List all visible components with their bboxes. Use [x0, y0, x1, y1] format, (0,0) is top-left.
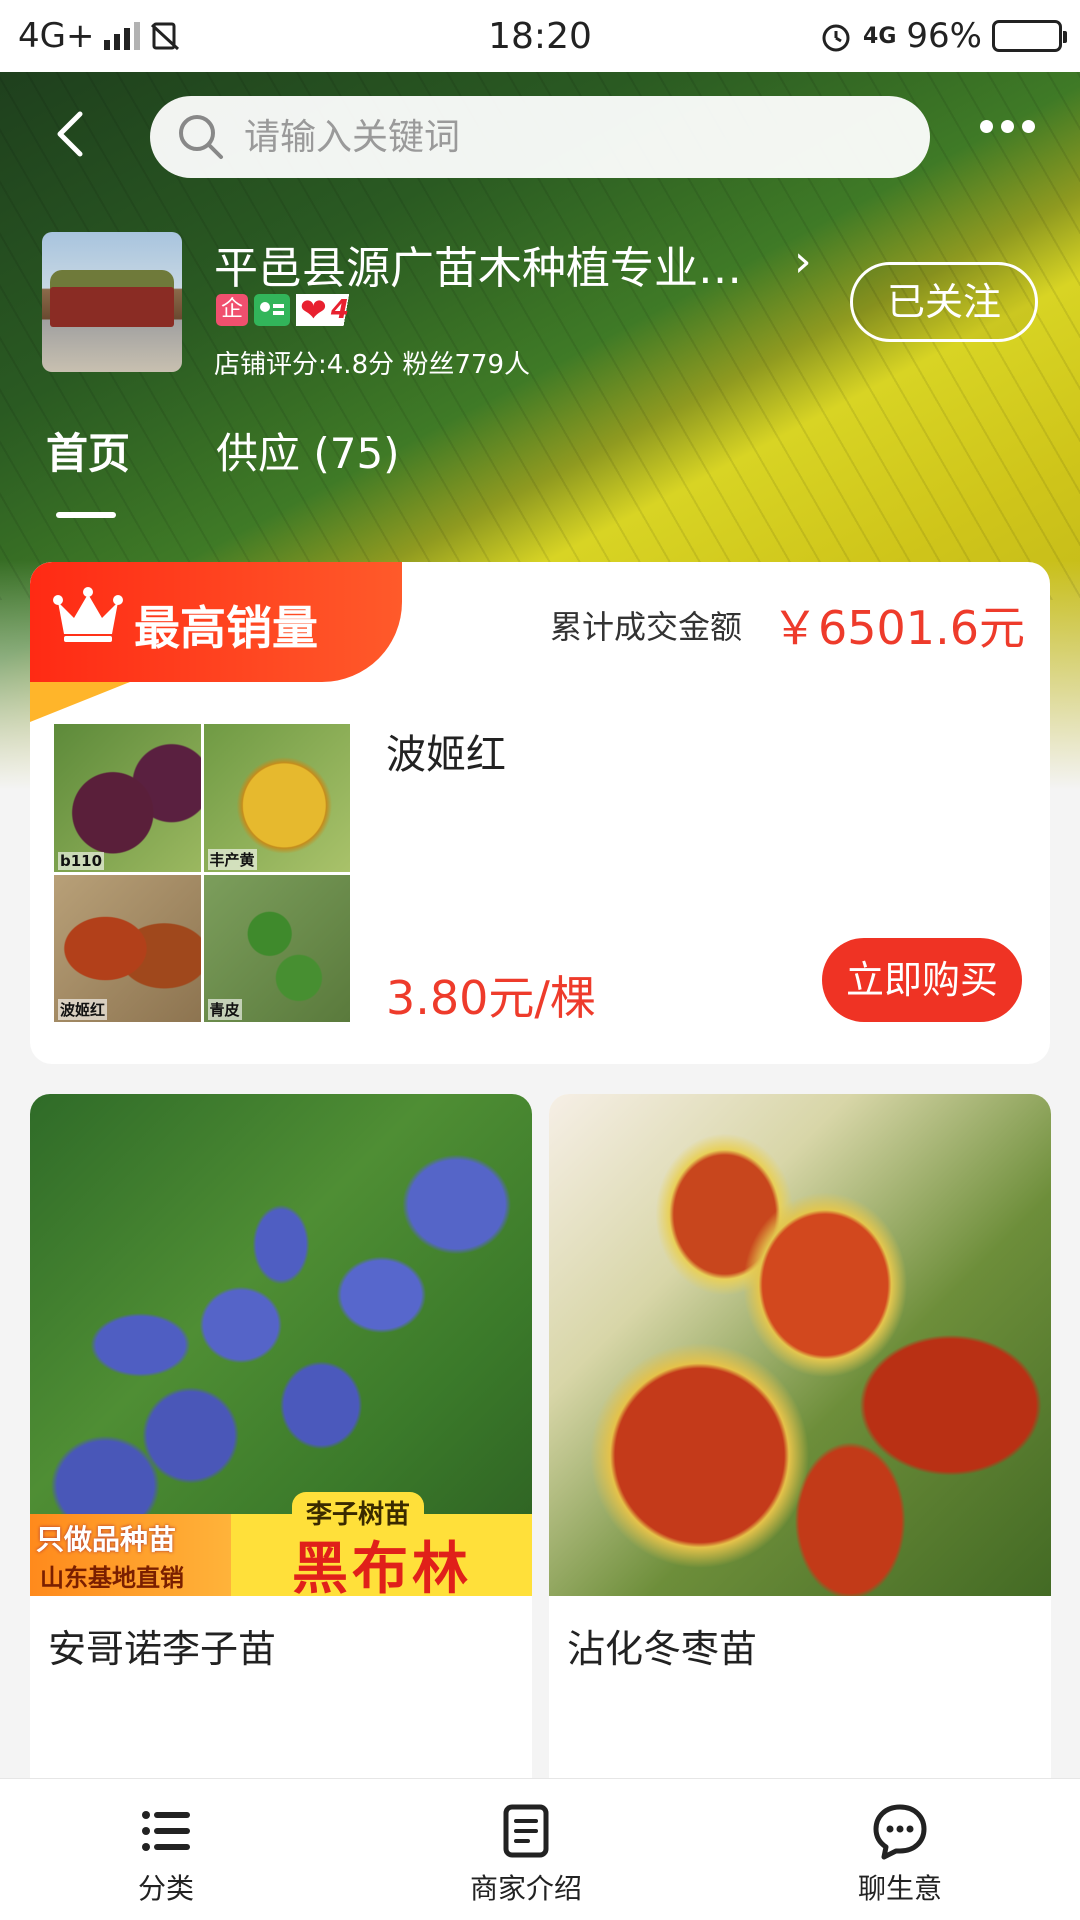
shop-name[interactable]: 平邑县源广苗木种植专业… — [214, 232, 774, 296]
tab-home[interactable]: 首页 — [46, 420, 130, 481]
chat-icon — [873, 1804, 927, 1860]
promo-headline: 黑布林 — [292, 1537, 472, 1602]
product-title[interactable]: 安哥诺李子苗 — [48, 1618, 276, 1673]
id-verified-icon — [254, 294, 290, 326]
more-icon[interactable] — [980, 120, 1035, 133]
thumb-label: 青皮 — [207, 999, 242, 1020]
ribbon-tail — [30, 682, 130, 722]
product-price: 3.80元/棵 — [386, 971, 596, 1025]
follow-button[interactable]: 已关注 — [850, 262, 1038, 342]
product-name[interactable]: 波姬红 — [386, 722, 506, 780]
shop-stats: 店铺评分:4.8分 粉丝779人 — [214, 350, 530, 380]
top-sales-title: 最高销量 — [134, 601, 318, 655]
product-image[interactable] — [549, 1094, 1051, 1596]
status-bar: 4G+ 18:20 4G 96% — [0, 0, 1080, 72]
product-title[interactable]: 沾化冬枣苗 — [567, 1618, 757, 1673]
top-nav — [0, 90, 1080, 180]
tab-supply[interactable]: 供应 (75) — [216, 420, 400, 481]
tab-bar: 首页 供应 (75) — [0, 420, 1080, 520]
level-badge: ❤ 4 — [296, 294, 379, 326]
search-icon — [179, 115, 223, 159]
shop-header: 平邑县源广苗木种植专业… › 企 ❤ 4 店铺评分:4.8分 粉丝779人 已关… — [42, 232, 1042, 382]
promo-line1: 只做品种苗 — [36, 1523, 177, 1556]
nav-category[interactable]: 分类 — [66, 1801, 266, 1907]
nav-merchant-intro[interactable]: 商家介绍 — [426, 1801, 626, 1907]
nav-chat[interactable]: 聊生意 — [800, 1801, 1000, 1907]
nav-label: 商家介绍 — [469, 1872, 582, 1905]
product-promo-banner: 只做品种苗 山东基地直销 李子树苗 黑布林 — [30, 1492, 532, 1602]
product-card[interactable]: 只做品种苗 山东基地直销 李子树苗 黑布林 安哥诺李子苗 — [30, 1094, 532, 1794]
shop-badges: 企 ❤ 4 — [216, 294, 379, 326]
total-amount-label: 累计成交金额 — [550, 608, 743, 646]
product-image[interactable]: b110 丰产黄 波姬红 青皮 — [54, 724, 350, 1022]
back-icon[interactable] — [44, 104, 104, 164]
promo-line2: 山东基地直销 — [40, 1564, 184, 1592]
shop-avatar[interactable] — [42, 232, 182, 372]
crown-icon — [53, 587, 123, 642]
tab-indicator — [56, 512, 116, 518]
thumb-label: 波姬红 — [58, 999, 108, 1020]
battery-percent: 96% — [906, 16, 982, 56]
nav-label: 分类 — [137, 1872, 194, 1905]
alarm-icon — [822, 24, 850, 52]
heart-icon: ❤ — [300, 291, 327, 329]
network-label-2: 4G — [863, 23, 897, 49]
level-number: 4 — [330, 295, 349, 325]
document-icon — [503, 1804, 549, 1858]
buy-now-button[interactable]: 立即购买 — [822, 938, 1022, 1022]
enterprise-badge: 企 — [216, 294, 248, 326]
battery-icon — [992, 20, 1067, 52]
chevron-right-icon[interactable]: › — [794, 236, 812, 287]
thumb-label: b110 — [58, 851, 105, 870]
list-icon — [142, 1811, 190, 1851]
product-card[interactable]: 沾化冬枣苗 — [549, 1094, 1051, 1794]
thumb-label: 丰产黄 — [207, 848, 257, 870]
nav-label: 聊生意 — [857, 1872, 942, 1905]
total-amount-value: ￥6501.6元 — [772, 601, 1025, 655]
search-input[interactable] — [244, 116, 844, 158]
top-sales-ribbon: 最高销量 — [30, 562, 402, 682]
search-bar[interactable] — [150, 96, 930, 178]
top-sales-card[interactable]: 最高销量 累计成交金额 ￥6501.6元 b110 丰产黄 波姬红 青皮 波姬红… — [30, 562, 1050, 1064]
bottom-nav: 分类 商家介绍 聊生意 — [0, 1778, 1080, 1920]
